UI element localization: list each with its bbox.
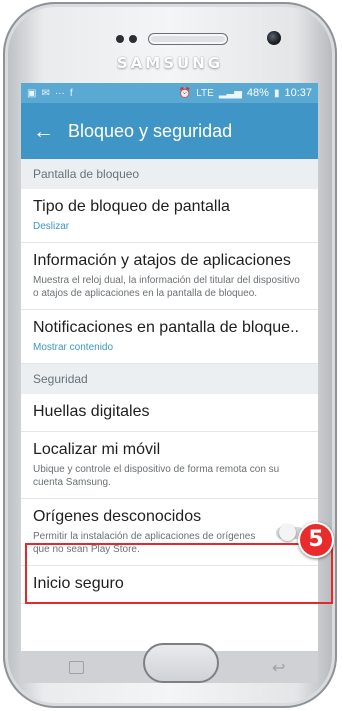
home-button[interactable]	[143, 643, 219, 683]
item-title: Tipo de bloqueo de pantalla	[33, 198, 230, 215]
status-left: ▣ ✉ ··· f	[27, 88, 73, 99]
message-icon: ✉	[41, 87, 50, 99]
section-header-security: Seguridad	[21, 364, 318, 394]
back-arrow-icon[interactable]: ←	[33, 121, 54, 142]
list-item-screen-lock-type[interactable]: Tipo de bloqueo de pantalla Deslizar	[21, 189, 318, 243]
list-item-fingerprints[interactable]: Huellas digitales	[21, 394, 318, 432]
item-title: Notificaciones en pantalla de bloque..	[33, 319, 299, 336]
item-title: Huellas digitales	[33, 403, 150, 420]
facebook-icon: f	[69, 87, 73, 99]
alarm-icon: ⏰	[178, 87, 192, 99]
toggle-knob	[279, 524, 296, 541]
clock: 10:37	[284, 87, 312, 99]
item-subtitle: Muestra el reloj dual, la información de…	[33, 275, 300, 299]
dots-icon: ···	[54, 87, 65, 99]
item-subtitle: Deslizar	[33, 221, 70, 232]
earpiece-speaker	[148, 33, 228, 45]
status-bar: ▣ ✉ ··· f ⏰ LTE ▂▃▅ 48% ▮ 10:37	[21, 83, 318, 103]
item-title: Orígenes desconocidos	[33, 508, 202, 525]
signal-icon: ▂▃▅	[218, 87, 242, 99]
sensor-dot	[129, 35, 137, 43]
sensor-dot	[116, 35, 124, 43]
item-subtitle: Mostrar contenido	[33, 342, 114, 353]
annotation-highlight-box	[25, 543, 333, 604]
brand-logo: SAMSUNG	[116, 54, 224, 72]
item-subtitle: Ubique y controle el dispositivo de form…	[33, 464, 280, 488]
section-header-lock-screen: Pantalla de bloqueo	[21, 159, 318, 189]
step-badge: 5	[298, 522, 334, 558]
item-title: Localizar mi móvil	[33, 441, 161, 458]
page-title: Bloqueo y seguridad	[68, 120, 233, 141]
list-item-info-shortcuts[interactable]: Información y atajos de aplicaciones Mue…	[21, 243, 318, 310]
front-camera	[267, 31, 281, 45]
app-bar: ← Bloqueo y seguridad	[21, 103, 318, 159]
item-title: Información y atajos de aplicaciones	[33, 252, 291, 269]
recent-apps-icon[interactable]	[69, 661, 84, 674]
status-right: ⏰ LTE ▂▃▅ 48% ▮ 10:37	[179, 87, 312, 99]
battery-percent: 48%	[246, 87, 269, 99]
list-item-lockscreen-notifications[interactable]: Notificaciones en pantalla de bloque.. M…	[21, 310, 318, 364]
back-key-icon[interactable]: ↩	[272, 658, 285, 678]
image-icon: ▣	[27, 87, 37, 99]
list-item-find-my-mobile[interactable]: Localizar mi móvil Ubique y controle el …	[21, 432, 318, 499]
lte-indicator: LTE	[196, 87, 214, 99]
battery-icon: ▮	[273, 87, 280, 99]
